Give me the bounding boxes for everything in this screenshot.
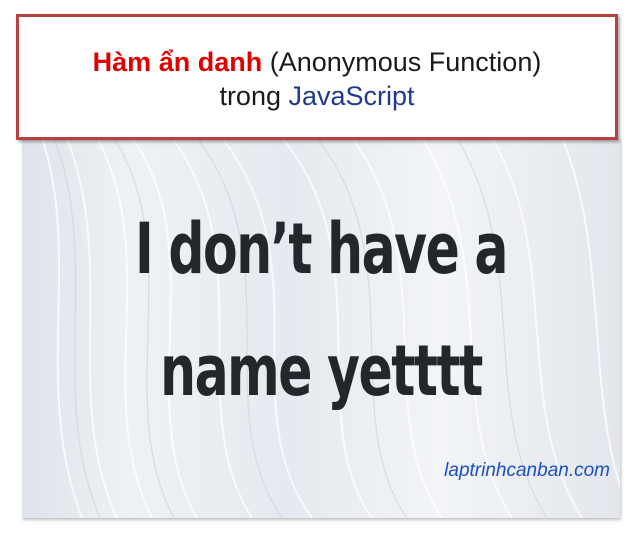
- title-highlight: Hàm ẩn danh: [92, 47, 263, 77]
- meme-text-line-2: name yetttt: [160, 330, 483, 412]
- title-language: JavaScript: [288, 81, 415, 111]
- title-line-2: trong JavaScript: [19, 79, 615, 113]
- website-watermark: laptrinhcanban.com: [444, 460, 610, 481]
- title-box: Hàm ẩn danh (Anonymous Function) trong J…: [16, 14, 618, 140]
- title-line2-prefix: trong: [219, 81, 289, 111]
- meme-image: I don’t have a name yetttt laptrinhcanba…: [22, 138, 620, 518]
- meme-text-line-1: I don’t have a: [135, 208, 508, 290]
- title-paren: (Anonymous Function): [262, 47, 542, 77]
- title-line-1: Hàm ẩn danh (Anonymous Function): [19, 45, 615, 79]
